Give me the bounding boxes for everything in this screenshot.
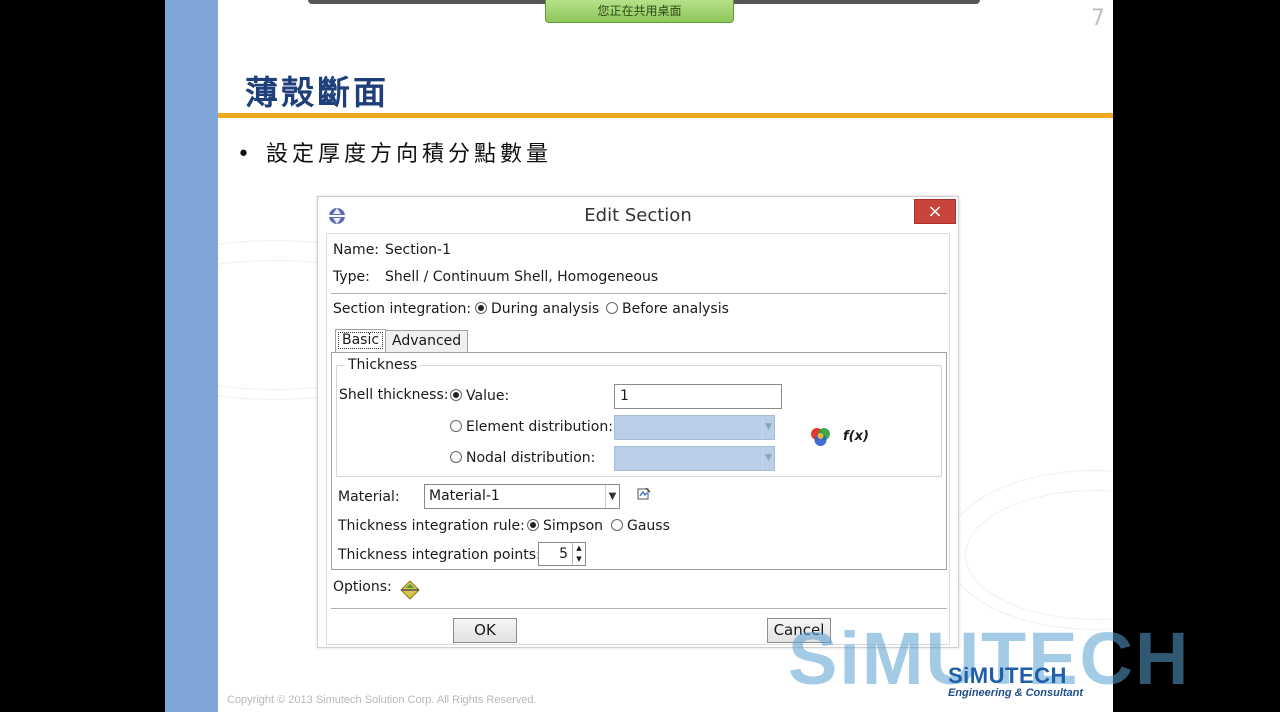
dialog-titlebar[interactable]: Edit Section ×	[318, 197, 958, 233]
integration-rule-label: Thickness integration rule:	[338, 518, 525, 534]
thickness-value-input[interactable]: 1	[614, 384, 782, 409]
function-label: f(x)	[843, 429, 869, 444]
tab-advanced[interactable]: Advanced	[385, 330, 469, 352]
integration-points-spinner[interactable]: 5 ▲ ▼	[538, 542, 586, 566]
radio-thickness-value[interactable]: Value:	[450, 388, 509, 404]
screen-share-banner[interactable]: 您正在共用桌面	[545, 0, 734, 23]
title-underline	[218, 113, 1113, 118]
separator	[331, 293, 947, 294]
element-distribution-select: ▼	[614, 415, 775, 440]
spinner-arrows-icon[interactable]: ▲ ▼	[572, 543, 585, 565]
analytical-field-icon[interactable]	[809, 426, 833, 448]
radio-element-distribution[interactable]: Element distribution:	[450, 419, 613, 435]
name-label: Name:	[333, 242, 380, 258]
section-type: Shell / Continuum Shell, Homogeneous	[385, 269, 659, 285]
options-expand-icon[interactable]	[399, 579, 421, 601]
radio-unselected-icon	[606, 302, 618, 314]
dialog-title: Edit Section	[584, 205, 692, 226]
radio-during-analysis[interactable]: During analysis	[475, 301, 599, 317]
bullet-text: 設定厚度方向積分點數量	[265, 142, 552, 167]
separator	[331, 608, 947, 609]
chevron-down-icon: ▼	[605, 485, 619, 508]
radio-unselected-icon	[450, 451, 462, 463]
material-label: Material:	[338, 489, 400, 505]
radio-before-analysis[interactable]: Before analysis	[606, 301, 729, 317]
radio-selected-icon	[450, 389, 462, 401]
basic-tab-panel: Thickness Shell thickness: Value: 1 Elem…	[331, 352, 947, 570]
dialog-body: Name: Section-1 Type: Shell / Continuum …	[326, 233, 950, 645]
bullet-dot-icon: •	[237, 142, 254, 167]
nodal-distribution-select: ▼	[614, 446, 775, 471]
tab-basic[interactable]: Basic	[335, 329, 387, 352]
slide-page-number: 7	[1091, 6, 1105, 31]
radio-unselected-icon	[450, 420, 462, 432]
thickness-group-label: Thickness	[345, 357, 421, 373]
radio-selected-icon	[527, 519, 539, 531]
simutech-tagline: Engineering & Consultant	[948, 687, 1084, 699]
integration-points-value: 5	[559, 546, 568, 562]
slide-title: 薄殼斷面	[245, 73, 389, 112]
radio-simpson[interactable]: Simpson	[527, 518, 603, 534]
screen: 您正在共用桌面 7 薄殼斷面 • 設定厚度方向積分點數量 Copyright © …	[0, 0, 1280, 712]
ok-button[interactable]: OK	[453, 618, 517, 643]
thickness-group: Thickness Shell thickness: Value: 1 Elem…	[336, 357, 942, 477]
slide-bullet: • 設定厚度方向積分點數量	[237, 136, 552, 168]
section-name: Section-1	[385, 242, 451, 258]
edit-section-dialog: Edit Section × Name: Section-1 Type: She…	[317, 196, 959, 648]
options-label: Options:	[333, 579, 392, 595]
copyright-notice: Copyright © 2013 Simutech Solution Corp.…	[227, 694, 537, 706]
radio-selected-icon	[475, 302, 487, 314]
integration-points-label: Thickness integration points:	[338, 547, 541, 563]
chevron-down-icon: ▼	[762, 416, 774, 439]
section-integration-label: Section integration:	[333, 301, 472, 317]
close-button[interactable]: ×	[914, 199, 956, 224]
chevron-down-icon: ▼	[762, 447, 774, 470]
radio-unselected-icon	[611, 519, 623, 531]
material-manager-icon[interactable]	[636, 486, 652, 502]
material-select[interactable]: Material-1 ▼	[424, 484, 620, 509]
type-label: Type:	[333, 269, 370, 285]
radio-gauss[interactable]: Gauss	[611, 518, 670, 534]
radio-nodal-distribution[interactable]: Nodal distribution:	[450, 450, 595, 466]
simutech-logo: SiMUTECH	[948, 663, 1067, 688]
shell-thickness-label: Shell thickness:	[339, 387, 449, 403]
